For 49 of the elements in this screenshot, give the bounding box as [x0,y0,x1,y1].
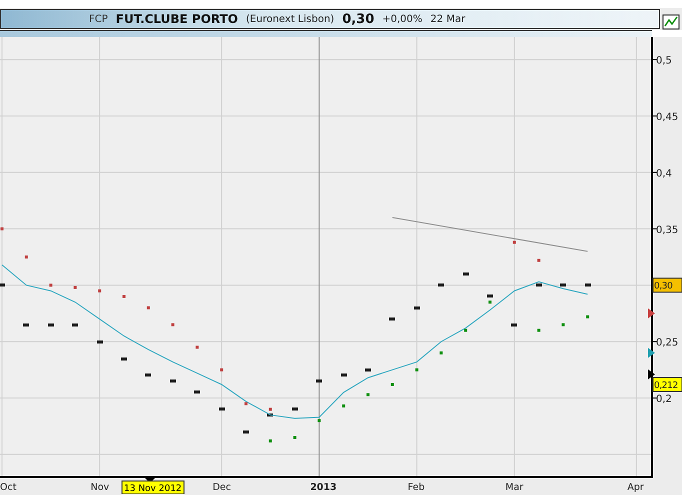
quote-date: 22 Mar [430,14,466,24]
point [464,328,468,332]
point [98,289,102,292]
point [171,323,174,326]
point [74,286,77,289]
point [318,419,321,422]
axis-label: 0,2 [656,394,672,406]
axis-label: Dec [212,482,231,493]
point [488,300,492,304]
point [293,436,296,440]
price-tag: 0,212 [652,376,682,392]
point [512,240,516,244]
axis-label: 2013 [310,482,337,493]
point [342,404,346,408]
point [220,368,224,372]
point [268,439,272,442]
axis-label: Nov [90,482,110,493]
point [0,227,4,230]
point [415,368,418,372]
axis-label: Oct [0,482,16,493]
point [122,294,126,298]
point [440,351,443,354]
point [268,408,272,411]
price-change: +0,00% [382,14,422,24]
point [49,284,52,287]
point [586,315,590,318]
axis-label: 0,4 [656,168,672,180]
point [366,393,370,396]
axis-label: 0,25 [656,338,678,349]
point [537,328,540,332]
ticker-symbol: FCP [89,14,108,24]
exchange-name: (Euronext Lisbon) [246,14,334,24]
axis-label: 0,5 [656,56,672,67]
point [244,402,248,406]
point [196,346,199,349]
company-name: FUT.CLUBE PORTO [116,12,238,26]
axis-label: Mar [505,482,524,493]
point [146,306,150,310]
point [562,323,565,326]
last-price: 0,30 [342,12,374,26]
point [390,382,394,386]
axis-label: Apr [627,482,644,493]
axis-label: 0,35 [656,224,678,236]
point [24,256,28,258]
axis-label: 0,45 [656,112,678,123]
cursor-date-label: 13 Nov 2012 [122,480,184,494]
price-tag: 0,30 [652,278,682,293]
point [537,258,540,262]
axis-label: Feb [408,482,425,493]
